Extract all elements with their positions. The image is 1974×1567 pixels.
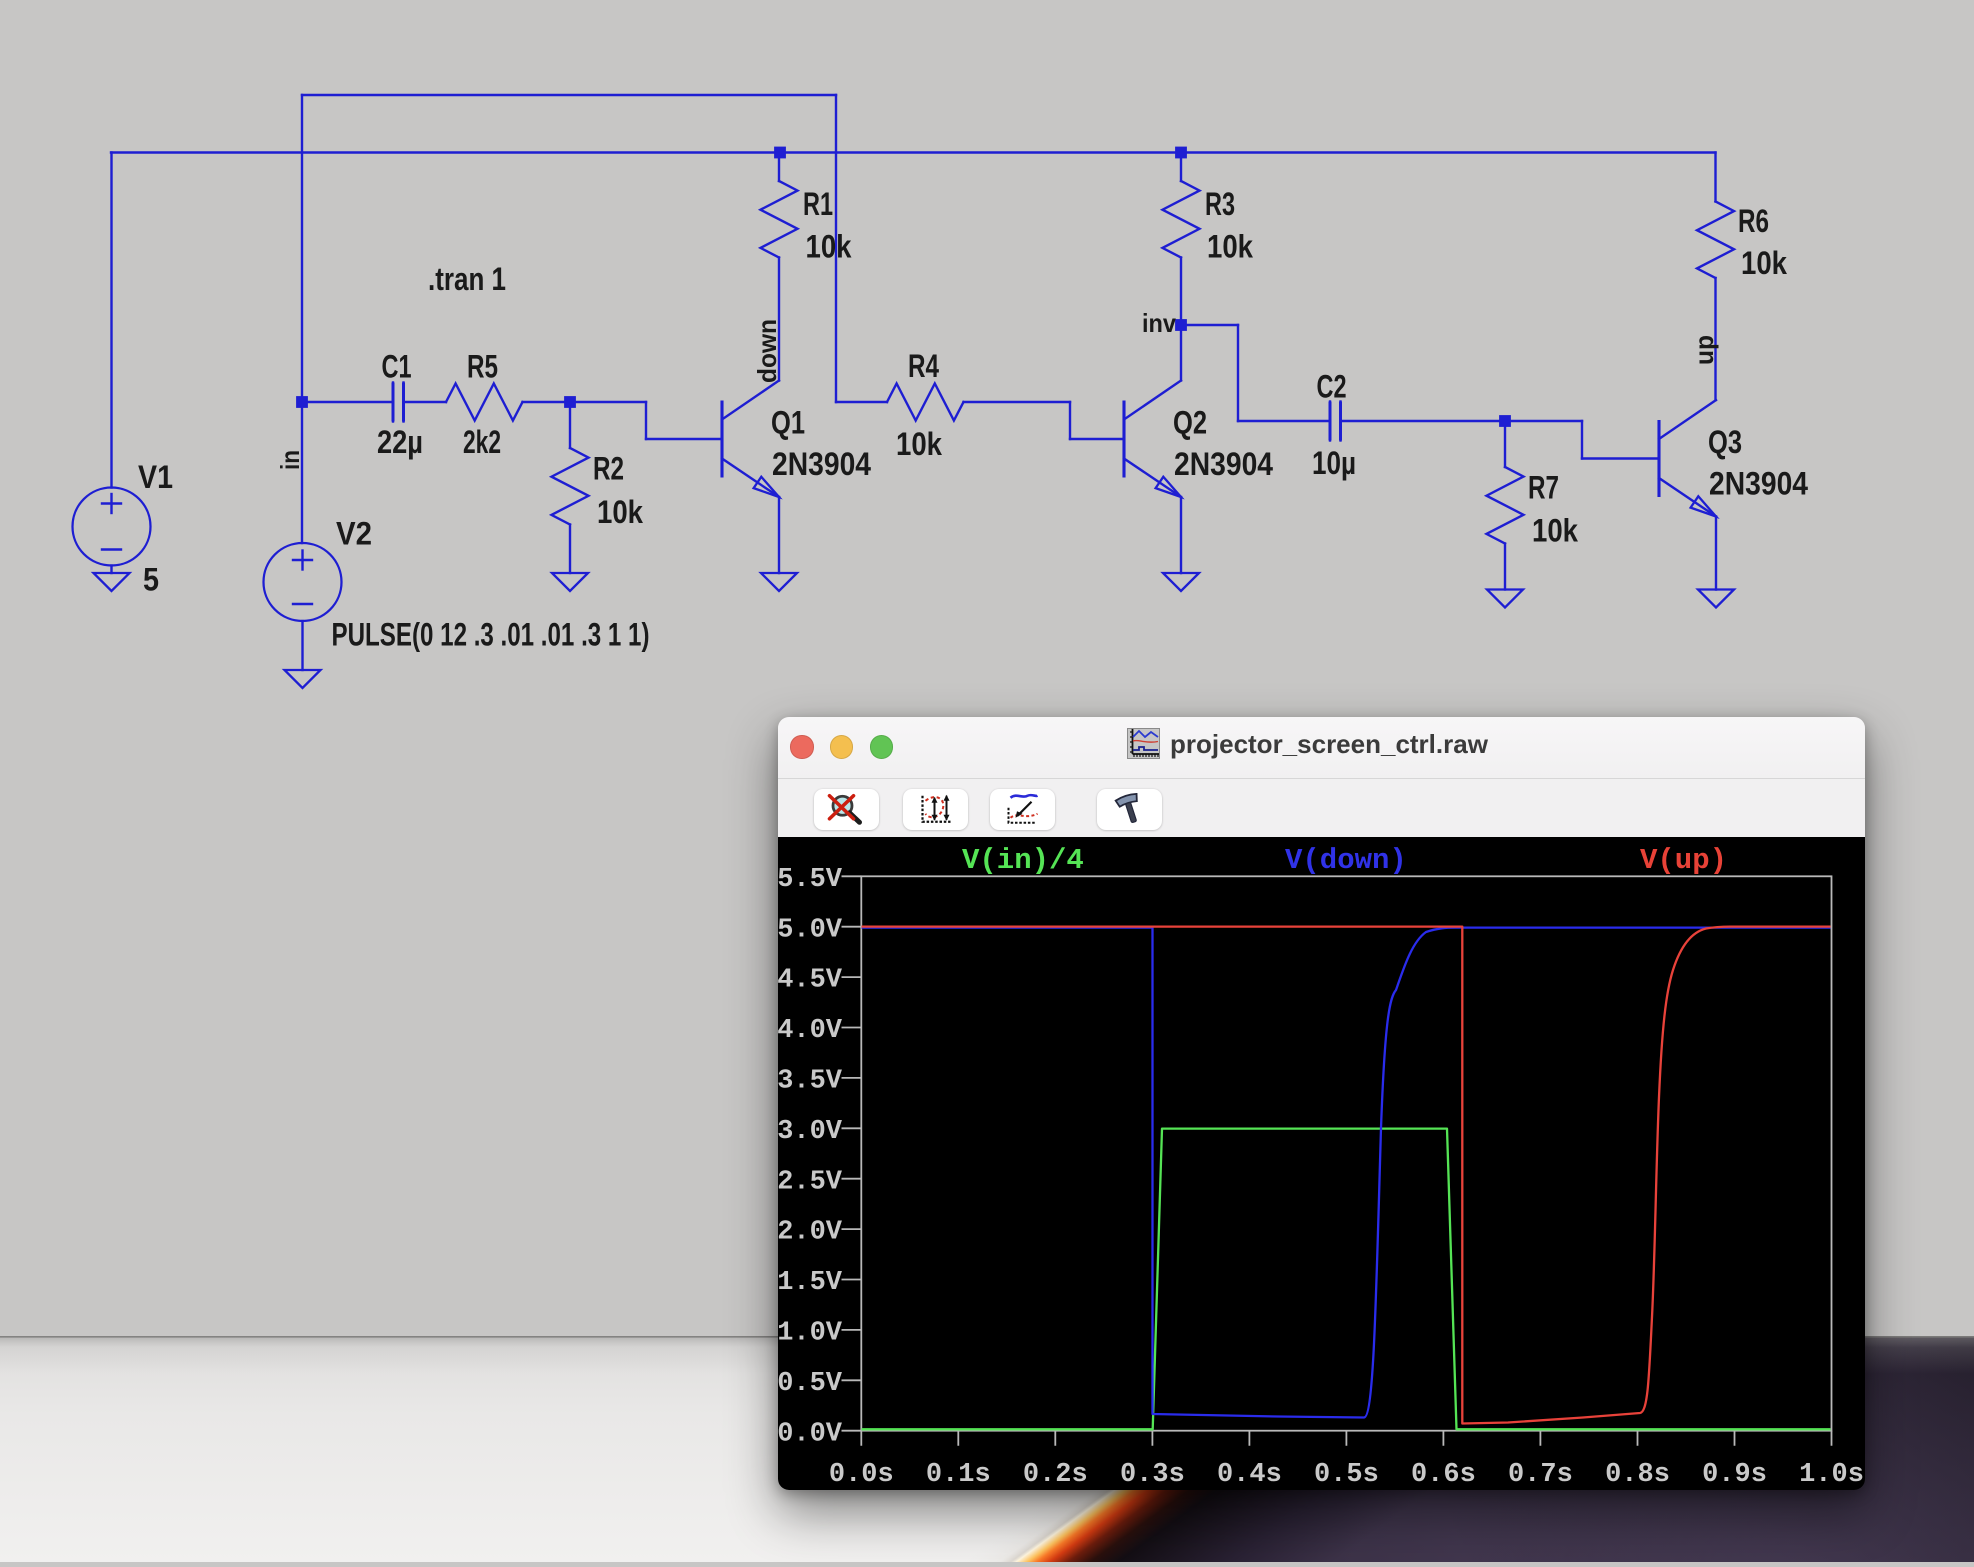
svg-text:2N3904: 2N3904 (1174, 446, 1273, 482)
svg-text:Q1: Q1 (771, 405, 805, 441)
svg-text:2.0V: 2.0V (778, 1218, 843, 1248)
svg-text:V(down): V(down) (1285, 844, 1407, 877)
svg-text:4.5V: 4.5V (778, 966, 843, 996)
svg-text:10k: 10k (1741, 245, 1787, 281)
svg-text:PULSE(0 12 .3 .01 .01 .3 1 1): PULSE(0 12 .3 .01 .01 .3 1 1) (332, 617, 650, 653)
svg-text:10k: 10k (896, 426, 942, 462)
svg-text:2.5V: 2.5V (778, 1167, 843, 1197)
svg-text:0.3s: 0.3s (1120, 1460, 1185, 1490)
svg-text:10k: 10k (1207, 229, 1253, 265)
svg-text:C2: C2 (1317, 369, 1347, 405)
svg-text:0.0s: 0.0s (829, 1460, 894, 1490)
svg-text:0.7s: 0.7s (1508, 1460, 1573, 1490)
svg-text:22µ: 22µ (377, 424, 423, 460)
svg-text:C1: C1 (382, 349, 412, 385)
svg-text:R7: R7 (1528, 470, 1559, 506)
svg-text:V(up): V(up) (1640, 844, 1727, 877)
svg-text:0.9s: 0.9s (1702, 1460, 1767, 1490)
svg-text:in: in (275, 450, 305, 470)
svg-text:V2: V2 (336, 516, 372, 552)
svg-text:down: down (752, 319, 782, 383)
svg-text:1.0s: 1.0s (1799, 1460, 1864, 1490)
svg-text:R5: R5 (467, 349, 498, 385)
svg-text:R2: R2 (593, 451, 624, 487)
svg-text:0.2s: 0.2s (1023, 1460, 1088, 1490)
svg-text:Q2: Q2 (1173, 405, 1207, 441)
svg-text:2k2: 2k2 (463, 424, 501, 460)
svg-text:R1: R1 (803, 186, 833, 222)
svg-text:V1: V1 (138, 459, 173, 495)
svg-text:3.0V: 3.0V (778, 1117, 843, 1147)
svg-text:2N3904: 2N3904 (772, 446, 871, 482)
svg-text:10k: 10k (806, 229, 852, 265)
svg-text:10k: 10k (597, 494, 643, 530)
svg-text:0.1s: 0.1s (926, 1460, 991, 1490)
svg-text:2N3904: 2N3904 (1709, 466, 1808, 502)
svg-text:.tran 1: .tran 1 (428, 261, 506, 297)
svg-text:1.5V: 1.5V (778, 1268, 843, 1298)
svg-text:1.0V: 1.0V (778, 1319, 843, 1349)
svg-text:4.0V: 4.0V (778, 1016, 843, 1046)
svg-text:V(in)/4: V(in)/4 (962, 844, 1084, 877)
svg-text:0.6s: 0.6s (1411, 1460, 1476, 1490)
svg-text:R4: R4 (908, 348, 939, 384)
svg-text:5.5V: 5.5V (778, 865, 843, 895)
svg-text:10µ: 10µ (1312, 445, 1356, 481)
svg-text:10k: 10k (1532, 513, 1578, 549)
svg-text:inv: inv (1142, 308, 1176, 338)
svg-text:3.5V: 3.5V (778, 1067, 843, 1097)
svg-text:5: 5 (143, 562, 159, 598)
svg-text:0.8s: 0.8s (1605, 1460, 1670, 1490)
svg-text:5.0V: 5.0V (778, 915, 843, 945)
svg-text:0.0V: 0.0V (778, 1419, 843, 1449)
svg-text:0.4s: 0.4s (1217, 1460, 1282, 1490)
svg-text:0.5s: 0.5s (1314, 1460, 1379, 1490)
svg-text:0.5V: 0.5V (778, 1369, 843, 1399)
svg-text:R6: R6 (1738, 203, 1769, 239)
svg-text:R3: R3 (1205, 186, 1235, 222)
svg-text:up: up (1689, 335, 1719, 365)
svg-text:Q3: Q3 (1708, 424, 1742, 460)
